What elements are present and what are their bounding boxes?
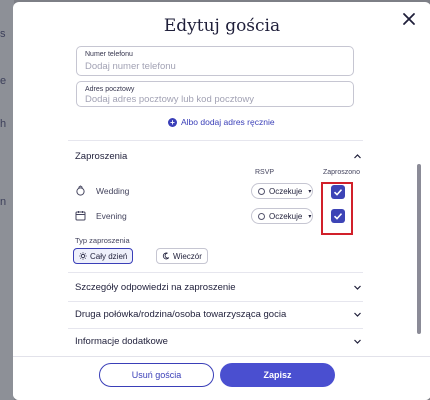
type-chip-all-day[interactable]: Cały dzień <box>73 248 134 264</box>
rsvp-column-header: RSVP <box>255 169 275 176</box>
background-text: h <box>0 118 7 130</box>
calendar-icon <box>75 211 86 221</box>
clock-icon <box>258 187 265 195</box>
sun-icon <box>79 252 87 260</box>
chevron-down-icon: ▾ <box>308 213 312 220</box>
address-field[interactable]: Adres pocztowy Dodaj adres pocztowy lub … <box>76 81 354 107</box>
chevron-up-icon[interactable] <box>353 152 362 161</box>
phone-label: Numer telefonu <box>85 51 133 58</box>
background-text: e <box>0 75 7 87</box>
additional-info-section-title[interactable]: Informacje dodatkowe <box>75 336 168 347</box>
modal-title: Edytuj gościa <box>163 16 281 36</box>
rsvp-details-section-title[interactable]: Szczegóły odpowiedzi na zaproszenie <box>75 282 236 293</box>
chevron-down-icon[interactable] <box>353 310 362 319</box>
background-text: n <box>0 196 7 208</box>
chevron-down-icon[interactable] <box>353 283 362 292</box>
rsvp-select-wedding[interactable]: Oczekuje ▾ <box>251 183 313 199</box>
event-name-wedding: Wedding <box>96 186 130 196</box>
scrollbar-thumb[interactable] <box>417 164 421 334</box>
chevron-down-icon[interactable] <box>353 337 362 346</box>
plus-icon: + <box>168 117 177 127</box>
save-button[interactable]: Zapisz <box>220 363 335 387</box>
chip-label: Cały dzień <box>90 251 128 261</box>
modal-scroll-area[interactable]: Numer telefonu Dodaj numer telefonu Adre… <box>13 44 430 356</box>
modal-footer: Usuń gościa Zapisz <box>13 356 430 400</box>
scrollbar[interactable] <box>417 44 421 356</box>
rsvp-select-evening[interactable]: Oczekuje ▾ <box>251 208 313 224</box>
divider <box>68 140 363 141</box>
event-name-evening: Evening <box>96 211 127 221</box>
clock-icon <box>258 212 265 220</box>
edit-guest-modal: Edytuj gościa Numer telefonu Dodaj numer… <box>13 2 430 400</box>
background-text: s <box>0 28 6 40</box>
divider <box>68 301 363 302</box>
invitations-section-title[interactable]: Zaproszenia <box>75 151 127 162</box>
highlight-box <box>321 182 353 235</box>
divider <box>68 328 363 329</box>
address-input[interactable]: Dodaj adres pocztowy lub kod pocztowy <box>85 94 254 105</box>
type-chip-evening[interactable]: Wieczór <box>156 248 208 264</box>
invitation-type-label: Typ zaproszenia <box>75 236 130 245</box>
divider <box>68 272 363 273</box>
phone-field[interactable]: Numer telefonu Dodaj numer telefonu <box>76 46 354 76</box>
invited-column-header: Zaproszono <box>323 169 360 176</box>
chevron-down-icon: ▾ <box>308 188 312 195</box>
add-address-label: Albo dodaj adres ręcznie <box>181 117 275 127</box>
chip-label: Wieczór <box>173 251 202 261</box>
address-label: Adres pocztowy <box>85 86 135 93</box>
phone-input[interactable]: Dodaj numer telefonu <box>85 61 176 72</box>
ring-icon <box>76 185 85 196</box>
delete-guest-button[interactable]: Usuń gościa <box>99 363 214 387</box>
close-icon[interactable] <box>400 10 418 28</box>
partner-section-title[interactable]: Druga połówka/rodzina/osoba towarzysząca… <box>75 309 286 320</box>
add-address-manually-link[interactable]: + Albo dodaj adres ręcznie <box>168 117 275 127</box>
rsvp-value: Oczekuje <box>269 211 303 221</box>
rsvp-value: Oczekuje <box>269 186 303 196</box>
moon-icon <box>162 252 170 260</box>
